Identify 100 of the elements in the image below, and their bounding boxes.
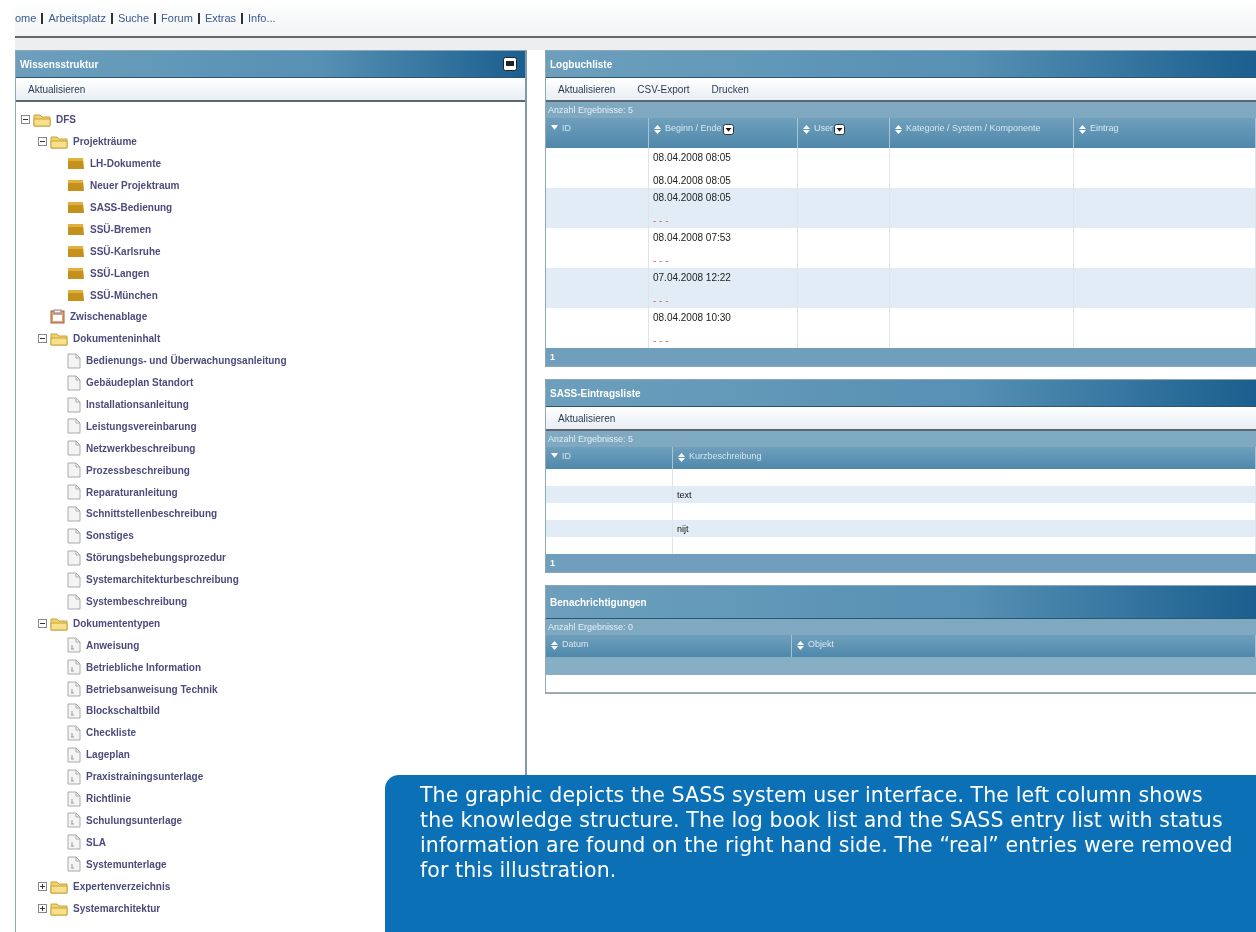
- table-cell-text: 08.04.2008 07:53: [653, 232, 732, 243]
- folder-icon: [67, 156, 85, 172]
- document-icon: [67, 724, 81, 741]
- document-icon: [67, 768, 81, 785]
- tree-item[interactable]: Expertenverzeichnis: [73, 880, 171, 892]
- toolbar-link[interactable]: Aktualisieren: [558, 83, 616, 95]
- document-icon: [67, 462, 81, 479]
- tree-item[interactable]: Systemarchitektur: [73, 902, 161, 914]
- toolbar-link[interactable]: Aktualisieren: [28, 83, 86, 95]
- toolbar-link[interactable]: Aktualisieren: [558, 412, 616, 424]
- document-icon: [67, 637, 81, 654]
- tree-item[interactable]: Prozessbeschreibung: [86, 464, 190, 476]
- tree-item[interactable]: Zwischenablage: [70, 311, 148, 323]
- tree-item[interactable]: Netzwerkbeschreibung: [86, 442, 196, 454]
- tree-item[interactable]: SSÜ-Langen: [90, 267, 150, 279]
- tree-item[interactable]: Installationsanleitung: [86, 399, 189, 410]
- tree-item[interactable]: Neuer Projektraum: [90, 180, 180, 192]
- tree-item[interactable]: Gebäudeplan Standort: [86, 377, 194, 389]
- panel-title: Logbuchliste: [550, 58, 613, 70]
- clipboard-icon: [50, 309, 65, 325]
- tree-item[interactable]: SLA: [86, 836, 106, 848]
- tree-item[interactable]: Dokumenteninhalt: [73, 333, 161, 345]
- table-cell-text: - - -: [653, 295, 670, 306]
- document-icon: [67, 418, 81, 435]
- document-icon: [67, 440, 81, 457]
- tree-item[interactable]: SASS-Bedienung: [90, 202, 173, 213]
- tree-item[interactable]: Checkliste: [86, 727, 137, 739]
- folder-icon: [50, 615, 68, 631]
- result-count: Anzahl Ergebnisse: 5: [548, 434, 634, 444]
- dropdown-icon[interactable]: [834, 124, 845, 135]
- tree-item[interactable]: Systemarchitekturbeschreibung: [86, 574, 239, 586]
- tree-item[interactable]: Schulungsunterlage: [86, 814, 183, 826]
- nav-link[interactable]: Extras: [204, 12, 237, 24]
- tree-item[interactable]: Schnittstellenbeschreibung: [86, 508, 218, 520]
- table-cell-text: - - -: [653, 215, 670, 226]
- caption: The graphic depicts the SASS system user interface. The left column shows the knowledge structure. The log book list and the SASS entry list with status information are found on the right hand side. The “real” entries were removed for this illustration.: [385, 775, 1256, 932]
- panel-title: Wissensstruktur: [20, 58, 99, 70]
- folder-icon: [50, 134, 68, 150]
- table-row[interactable]: 07.04.2008 12:22 - - -: [546, 268, 1256, 308]
- tree-item[interactable]: Projekträume: [73, 136, 137, 148]
- folder-icon: [67, 243, 85, 259]
- folder-icon: [33, 112, 51, 128]
- tree-item[interactable]: Betriebliche Information: [86, 661, 201, 673]
- tree-item[interactable]: SSÜ-Bremen: [90, 223, 152, 235]
- tree-item[interactable]: Systemunterlage: [86, 858, 167, 870]
- table-row[interactable]: nijt: [546, 520, 1256, 537]
- nav-link[interactable]: Arbeitsplatz: [48, 12, 106, 24]
- document-icon: [67, 790, 81, 807]
- tree-item[interactable]: Dokumententypen: [73, 617, 161, 629]
- tree-item[interactable]: Leistungsvereinbarung: [86, 420, 197, 432]
- toolbar-link[interactable]: CSV-Export: [637, 83, 690, 95]
- tree-item[interactable]: Sonstiges: [86, 530, 134, 542]
- tree-item[interactable]: SSÜ-Karlsruhe: [90, 245, 161, 257]
- collapse-toggle-icon[interactable]: [38, 334, 47, 344]
- folder-icon: [67, 221, 85, 237]
- collapse-toggle-icon[interactable]: [38, 618, 47, 628]
- result-count: Anzahl Ergebnisse: 5: [548, 105, 634, 115]
- nav-link[interactable]: Forum: [161, 12, 193, 24]
- tree-item[interactable]: Praxistrainingsunterlage: [86, 771, 204, 783]
- nav-link[interactable]: ome: [15, 12, 37, 24]
- document-icon: [67, 374, 81, 391]
- tree-item[interactable]: Anweisung: [86, 639, 140, 651]
- expand-toggle-icon[interactable]: [38, 903, 47, 913]
- collapse-icon[interactable]: [503, 57, 517, 71]
- document-icon: [67, 549, 81, 566]
- tree-item[interactable]: LH-Dokumente: [90, 158, 162, 170]
- tree-item[interactable]: Lageplan: [86, 749, 130, 761]
- collapse-toggle-icon[interactable]: [21, 115, 30, 125]
- table-cell-text: 08.04.2008 10:30: [653, 312, 732, 323]
- nav-link[interactable]: Suche: [117, 12, 150, 24]
- toolbar-link[interactable]: Drucken: [711, 83, 749, 95]
- document-icon: [67, 571, 81, 588]
- document-icon: [67, 527, 81, 544]
- folder-icon: [67, 178, 85, 194]
- dropdown-icon[interactable]: [722, 124, 734, 135]
- expand-toggle-icon[interactable]: [38, 881, 47, 891]
- document-icon: [67, 352, 81, 369]
- table-row[interactable]: 08.04.2008 08:05 - - -: [546, 188, 1256, 228]
- tree-item[interactable]: Störungsbehebungsprozedur: [86, 552, 226, 564]
- nav-link[interactable]: Info...: [248, 12, 276, 24]
- table-cell-text: text: [677, 489, 693, 500]
- document-icon: [67, 703, 81, 719]
- table-row[interactable]: text: [546, 486, 1256, 503]
- tree-item[interactable]: Systembeschreibung: [86, 596, 188, 608]
- tree-item[interactable]: DFS: [56, 114, 76, 126]
- document-icon: [67, 396, 81, 413]
- folder-icon: [50, 878, 68, 894]
- table-cell-text: 07.04.2008 12:22: [653, 272, 732, 283]
- tree-item[interactable]: Reparaturanleitung: [86, 486, 178, 498]
- document-icon: [67, 812, 81, 829]
- tree-item[interactable]: Richtlinie: [86, 793, 131, 805]
- document-icon: [67, 593, 81, 610]
- tree-item[interactable]: SSÜ-München: [90, 289, 158, 301]
- tree-item[interactable]: Bedienungs- und Überwachungsanleitung: [86, 355, 287, 367]
- document-icon: [67, 659, 81, 676]
- panel-title: SASS-Eintragsliste: [550, 387, 641, 399]
- tree-item[interactable]: Betriebsanweisung Technik: [86, 683, 218, 695]
- document-icon: [67, 505, 81, 522]
- tree-item[interactable]: Blockschaltbild: [86, 705, 160, 717]
- collapse-toggle-icon[interactable]: [38, 137, 47, 147]
